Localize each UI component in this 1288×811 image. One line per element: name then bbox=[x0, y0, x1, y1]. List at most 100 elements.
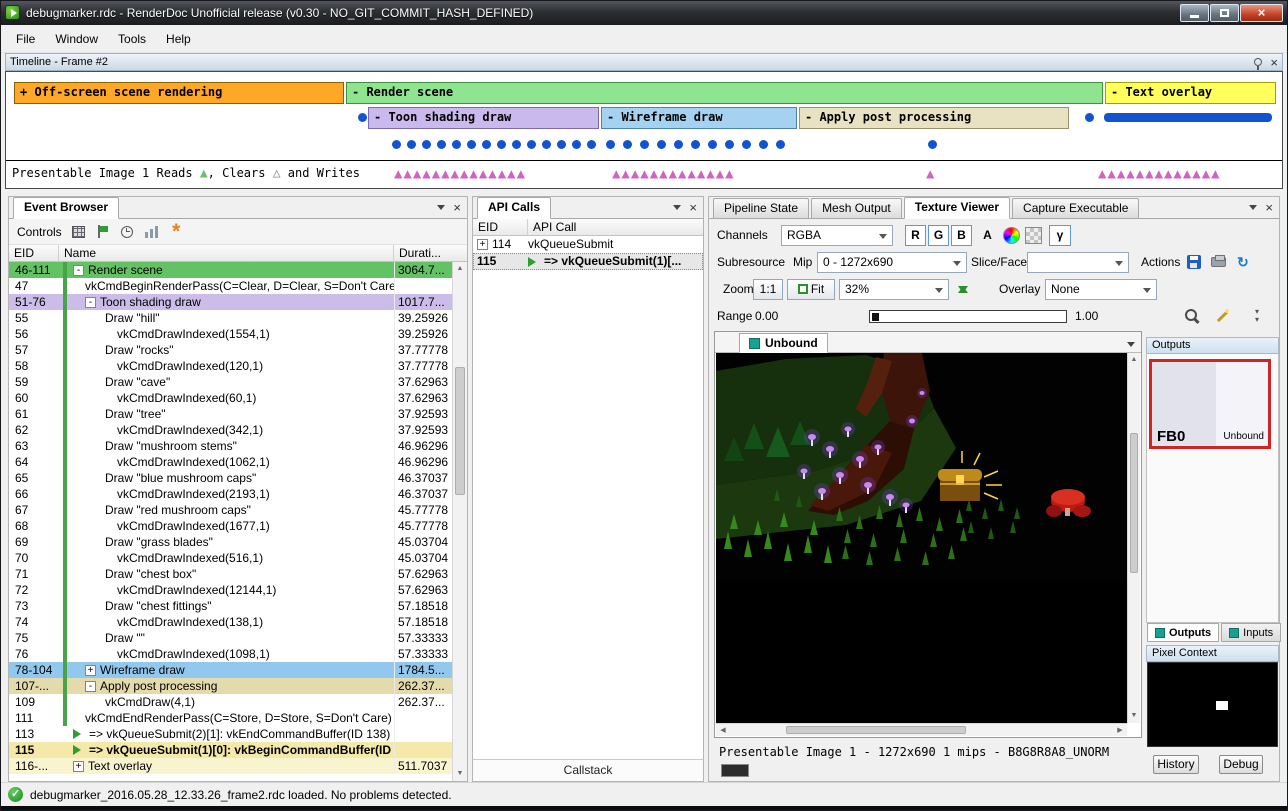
alpha-channel-button[interactable]: A bbox=[977, 225, 998, 246]
event-list-scrollbar[interactable]: ▲ ▼ bbox=[452, 262, 467, 781]
overlay-combo[interactable]: None bbox=[1045, 279, 1157, 300]
event-row[interactable]: 47vkCmdBeginRenderPass(C=Clear, D=Clear,… bbox=[9, 278, 452, 294]
autofit-wand-icon[interactable] bbox=[1215, 309, 1230, 324]
chevron-down-icon[interactable] bbox=[1249, 205, 1257, 214]
maximize-button[interactable] bbox=[1210, 4, 1239, 22]
timeline-bar[interactable]: - Wireframe draw bbox=[601, 107, 797, 129]
red-channel-button[interactable]: R bbox=[905, 225, 926, 246]
texture-vertical-scrollbar[interactable]: ▲ ▼ bbox=[1127, 353, 1140, 723]
timeline-bar[interactable]: - Apply post processing bbox=[799, 107, 1069, 129]
col-name[interactable]: Name bbox=[59, 245, 394, 261]
debug-button[interactable]: Debug bbox=[1219, 755, 1263, 774]
gamma-button[interactable]: γ bbox=[1049, 225, 1071, 246]
close-button[interactable]: × bbox=[1240, 4, 1283, 22]
event-row[interactable]: 55Draw "hill"39.25926 bbox=[9, 310, 452, 326]
event-row[interactable]: 72vkCmdDrawIndexed(12144,1)57.62963 bbox=[9, 582, 452, 598]
blue-channel-button[interactable]: B bbox=[951, 225, 972, 246]
refresh-icon[interactable]: ↻ bbox=[1237, 253, 1249, 271]
tab-api-calls[interactable]: API Calls bbox=[477, 197, 551, 219]
event-row[interactable]: 78-104+Wireframe draw1784.5... bbox=[9, 662, 452, 678]
event-row[interactable]: 116-...+Text overlay511.7037 bbox=[9, 758, 452, 774]
channels-combo[interactable]: RGBA bbox=[781, 225, 893, 246]
pin-icon[interactable] bbox=[1254, 58, 1262, 66]
event-row[interactable]: 111vkCmdEndRenderPass(C=Store, D=Store, … bbox=[9, 710, 452, 726]
timeline-body[interactable]: Presentable Image 1 Reads ▲, Clears △ an… bbox=[5, 71, 1283, 189]
scroll-down-icon[interactable]: ▼ bbox=[453, 767, 467, 781]
close-icon[interactable]: × bbox=[689, 201, 697, 214]
event-row[interactable]: 46-111-Render scene3064.7... bbox=[9, 262, 452, 278]
tab-pipeline-state[interactable]: Pipeline State bbox=[713, 198, 809, 218]
api-call-row[interactable]: 115=> vkQueueSubmit(1)[... bbox=[473, 253, 703, 270]
tab-mesh-output[interactable]: Mesh Output bbox=[811, 198, 902, 218]
minimize-button[interactable] bbox=[1180, 4, 1209, 22]
timeline-bar[interactable]: - Text overlay bbox=[1105, 82, 1276, 104]
timeline-bar[interactable]: - Toon shading draw bbox=[368, 107, 599, 129]
event-row[interactable]: 113=> vkQueueSubmit(2)[1]: vkEndCommandB… bbox=[9, 726, 452, 742]
scroll-up-icon[interactable]: ▲ bbox=[1128, 353, 1140, 367]
expand-toggle-icon[interactable]: - bbox=[73, 265, 84, 276]
toolbar-overflow-icon[interactable]: ▾▾ bbox=[1255, 308, 1259, 324]
texture-image[interactable] bbox=[716, 353, 1127, 581]
event-row[interactable]: 74vkCmdDrawIndexed(138,1)57.18518 bbox=[9, 614, 452, 630]
magnifier-icon[interactable] bbox=[1185, 309, 1201, 325]
event-row[interactable]: 68vkCmdDrawIndexed(1677,1)45.77778 bbox=[9, 518, 452, 534]
col-eid[interactable]: EID bbox=[473, 219, 528, 235]
save-icon[interactable] bbox=[1187, 255, 1201, 269]
event-row[interactable]: 66vkCmdDrawIndexed(2193,1)46.37037 bbox=[9, 486, 452, 502]
event-row[interactable]: 51-76-Toon shading draw1017.7... bbox=[9, 294, 452, 310]
mip-combo[interactable]: 0 - 1272x690 bbox=[817, 252, 967, 273]
event-row[interactable]: 70vkCmdDrawIndexed(516,1)45.03704 bbox=[9, 550, 452, 566]
chevron-down-icon[interactable] bbox=[673, 205, 681, 214]
scroll-left-icon[interactable]: ◀ bbox=[716, 724, 730, 736]
scroll-down-icon[interactable]: ▼ bbox=[1128, 709, 1140, 723]
flag-icon[interactable] bbox=[97, 225, 109, 238]
col-duration[interactable]: Durati... bbox=[394, 245, 467, 261]
event-row[interactable]: 62vkCmdDrawIndexed(342,1)37.92593 bbox=[9, 422, 452, 438]
texture-horizontal-scrollbar[interactable]: ◀ ▶ bbox=[716, 723, 1127, 736]
event-row[interactable]: 107-...-Apply post processing262.37... bbox=[9, 678, 452, 694]
event-row[interactable]: 67Draw "red mushroom caps"45.77778 bbox=[9, 502, 452, 518]
col-api-call[interactable]: API Call bbox=[528, 219, 703, 235]
event-row[interactable]: 61Draw "tree"37.92593 bbox=[9, 406, 452, 422]
event-row[interactable]: 64vkCmdDrawIndexed(1062,1)46.96296 bbox=[9, 454, 452, 470]
range-slider[interactable] bbox=[869, 310, 1067, 323]
menu-tools[interactable]: Tools bbox=[108, 28, 156, 50]
event-row[interactable]: 76vkCmdDrawIndexed(1098,1)57.33333 bbox=[9, 646, 452, 662]
event-row[interactable]: 63Draw "mushroom stems"46.96296 bbox=[9, 438, 452, 454]
expand-toggle-icon[interactable]: + bbox=[73, 761, 84, 772]
zoom-1to1-button[interactable]: 1:1 bbox=[753, 279, 783, 300]
event-row[interactable]: 109vkCmdDraw(4,1)262.37... bbox=[9, 694, 452, 710]
tab-inputs[interactable]: Inputs bbox=[1221, 623, 1281, 642]
texture-viewport[interactable] bbox=[716, 353, 1127, 723]
menu-window[interactable]: Window bbox=[45, 28, 108, 50]
timeline-bar[interactable]: + Off-screen scene rendering bbox=[14, 82, 344, 104]
event-row[interactable]: 65Draw "blue mushroom caps"46.37037 bbox=[9, 470, 452, 486]
color-wheel-icon[interactable] bbox=[1003, 227, 1020, 244]
slice-face-combo[interactable] bbox=[1027, 252, 1129, 273]
tab-outputs[interactable]: Outputs bbox=[1147, 623, 1219, 642]
flip-y-icon[interactable] bbox=[957, 281, 969, 298]
checkerboard-icon[interactable] bbox=[1025, 227, 1042, 244]
expand-toggle-icon[interactable]: - bbox=[85, 297, 96, 308]
history-button[interactable]: History bbox=[1153, 755, 1199, 774]
event-row[interactable]: 59Draw "cave"37.62963 bbox=[9, 374, 452, 390]
tab-unbound-texture[interactable]: Unbound bbox=[739, 333, 828, 353]
expand-toggle-icon[interactable]: + bbox=[85, 665, 96, 676]
scroll-up-icon[interactable]: ▲ bbox=[453, 262, 467, 276]
grid-icon[interactable] bbox=[72, 226, 85, 238]
tab-texture-viewer[interactable]: Texture Viewer bbox=[904, 197, 1010, 219]
tab-event-browser[interactable]: Event Browser bbox=[13, 197, 119, 219]
green-channel-button[interactable]: G bbox=[928, 225, 949, 246]
event-row[interactable]: 71Draw "chest box"57.62963 bbox=[9, 566, 452, 582]
scroll-right-icon[interactable]: ▶ bbox=[1113, 724, 1127, 736]
api-call-row[interactable]: +114vkQueueSubmit bbox=[473, 236, 703, 253]
zoom-fit-button[interactable]: Fit bbox=[787, 279, 835, 300]
col-eid[interactable]: EID bbox=[9, 245, 59, 261]
event-row[interactable]: 60vkCmdDrawIndexed(60,1)37.62963 bbox=[9, 390, 452, 406]
scrollbar-thumb[interactable] bbox=[1130, 433, 1138, 573]
tab-capture-executable[interactable]: Capture Executable bbox=[1012, 198, 1139, 218]
close-icon[interactable]: × bbox=[453, 201, 461, 214]
chevron-down-icon[interactable] bbox=[1127, 342, 1135, 351]
range-slider-handle[interactable] bbox=[872, 313, 879, 321]
event-row[interactable]: 73Draw "chest fittings"57.18518 bbox=[9, 598, 452, 614]
